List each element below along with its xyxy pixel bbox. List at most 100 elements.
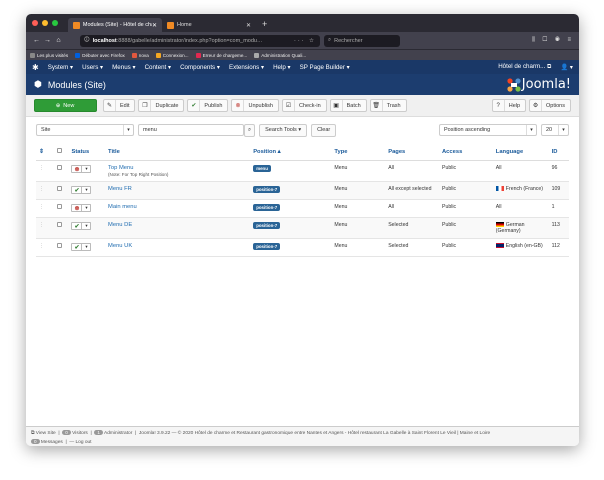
status-toggle-icon[interactable]: ✔ [71, 186, 83, 194]
menu-sp-page-builder[interactable]: SP Page Builder ▾ [300, 64, 350, 71]
access-header[interactable]: Access [439, 143, 493, 161]
visitors-link[interactable]: 0 Visitors [62, 430, 88, 436]
position-badge: position-7 [253, 222, 281, 229]
menu-help[interactable]: Help ▾ [273, 64, 291, 71]
menu-extensions[interactable]: Extensions ▾ [229, 64, 264, 71]
bookmark-label: Débuter avec Firefox [82, 52, 125, 58]
clear-button[interactable]: Clear [311, 123, 337, 137]
gear-icon [30, 52, 35, 58]
language-header[interactable]: Language [492, 143, 549, 161]
pages-cell: All [385, 160, 439, 182]
search-tools-button[interactable]: Search Tools ▾ [259, 123, 308, 137]
drag-handle[interactable]: ⋮ [36, 217, 55, 239]
bookmarks-bar: Les plus visités Débuter avec Firefox no… [26, 49, 579, 60]
status-toggle-icon[interactable]: ✔ [71, 243, 83, 251]
drag-handle[interactable]: ⋮ [36, 160, 55, 182]
help-button[interactable]: ? Help [491, 99, 527, 112]
type-header[interactable]: Type [331, 143, 386, 161]
close-tab-icon[interactable]: ✕ [246, 22, 251, 29]
module-title-link[interactable]: Menu DE [108, 222, 132, 228]
user-menu[interactable]: 👤 ▾ [560, 63, 573, 71]
ordering-select[interactable]: Position ascending ▾ [439, 124, 537, 136]
status-toggle-icon[interactable]: ⊗ [71, 165, 83, 173]
new-button[interactable]: ⊕ New [34, 99, 97, 112]
forward-icon[interactable]: → [42, 37, 53, 44]
joomla-logo-icon [507, 77, 521, 92]
chevron-down-icon[interactable]: ▾ [82, 243, 92, 251]
messages-link[interactable]: 0 Messages [31, 439, 63, 445]
home-icon[interactable]: ⌂ [53, 37, 64, 44]
status-toggle-icon[interactable]: ⊗ [71, 204, 83, 212]
chevron-down-icon[interactable]: ▾ [82, 165, 92, 173]
view-site-link[interactable]: ⧉ View Site [31, 431, 56, 436]
unpublish-button[interactable]: ⊗ Unpublish [231, 99, 279, 112]
bookmark-error[interactable]: Erreur de chargeme... [195, 52, 247, 58]
check-all-header[interactable] [54, 143, 69, 161]
row-checkbox[interactable] [57, 243, 63, 248]
publish-button[interactable]: ✔ Publish [187, 99, 229, 112]
tab-modules[interactable]: Modules (Site) - Hôtel de charm ✕ [68, 18, 162, 32]
row-checkbox[interactable] [57, 204, 63, 209]
maximize-window-button[interactable] [52, 20, 58, 26]
chevron-down-icon[interactable]: ▾ [82, 222, 92, 230]
page-actions-icon[interactable]: ··· ☆ [294, 38, 316, 44]
status-header[interactable]: Status [68, 143, 106, 161]
chevron-down-icon[interactable]: ▾ [82, 204, 92, 212]
search-button[interactable]: ⌕ [244, 123, 256, 137]
module-title-link[interactable]: Top Menu [108, 165, 133, 171]
pages-header[interactable]: Pages [385, 143, 439, 161]
id-header[interactable]: ID [548, 143, 569, 161]
trash-button[interactable]: 🗑 Trash [369, 99, 407, 112]
menu-users[interactable]: Users ▾ [82, 64, 103, 71]
search-field[interactable]: menu [138, 124, 244, 136]
administrator-link[interactable]: 1 Administrator [94, 430, 132, 436]
tab-home[interactable]: Home ✕ [162, 18, 256, 32]
bookmark-connexion[interactable]: Connexion... [155, 52, 189, 58]
drag-handle[interactable]: ⋮ [36, 199, 55, 218]
menu-menus[interactable]: Menus ▾ [112, 64, 135, 71]
client-select[interactable]: Site ▾ [36, 124, 134, 136]
minimize-window-button[interactable] [42, 20, 48, 26]
search-input[interactable]: ⌕ Rechercher [324, 34, 400, 47]
row-checkbox[interactable] [57, 165, 63, 170]
type-cell: Menu [331, 199, 386, 218]
position-header[interactable]: Position ▴ [250, 143, 332, 161]
drag-handle[interactable]: ⋮ [36, 238, 55, 257]
checkin-button[interactable]: ☑ Check-in [281, 99, 327, 112]
bookmark-most-visited[interactable]: Les plus visités [30, 52, 68, 58]
edit-button[interactable]: ✎ Edit [103, 99, 136, 112]
site-link[interactable]: Hôtel de charm... ⧉ [498, 63, 551, 71]
menu-system[interactable]: System ▾ [48, 64, 73, 71]
options-button[interactable]: ⚙ Options [529, 99, 571, 112]
bookmark-getting-started[interactable]: Débuter avec Firefox [75, 52, 125, 58]
menu-content[interactable]: Content ▾ [145, 64, 172, 71]
module-title-link[interactable]: Menu UK [108, 243, 132, 249]
bookmark-nova[interactable]: nova [131, 52, 149, 58]
module-title-link[interactable]: Main menu [108, 204, 137, 210]
status-cell: ✔ ▾ [68, 181, 106, 200]
unpublish-label: Unpublish [248, 102, 273, 109]
row-checkbox[interactable] [57, 222, 63, 227]
bookmark-admin[interactable]: Administration Quali... [254, 52, 306, 58]
row-checkbox[interactable] [57, 186, 63, 191]
joomla-menu-icon[interactable]: ✱ [32, 63, 39, 72]
url-bar[interactable]: 🛈 localhost :8888/gabelle/administrator/… [80, 34, 320, 47]
modules-table: ⇕ Status Title Position ▴ Type Pages Acc… [36, 143, 569, 257]
batch-button[interactable]: ▣ Batch [329, 99, 367, 112]
title-header[interactable]: Title [105, 143, 251, 161]
module-title-link[interactable]: Menu FR [108, 186, 132, 192]
close-tab-icon[interactable]: ✕ [152, 22, 157, 29]
logout-link[interactable]: — Log out [69, 440, 91, 445]
library-icon[interactable]: ⫼ ☐ ◉ ≡ [532, 37, 574, 44]
drag-handle[interactable]: ⋮ [36, 181, 55, 200]
check-all-checkbox[interactable] [57, 148, 63, 153]
sort-header[interactable]: ⇕ [36, 143, 55, 161]
menu-components[interactable]: Components ▾ [180, 64, 220, 71]
new-tab-icon[interactable]: + [262, 19, 267, 29]
status-toggle-icon[interactable]: ✔ [71, 222, 83, 230]
close-window-button[interactable] [32, 20, 38, 26]
duplicate-button[interactable]: ❐ Duplicate [138, 99, 185, 112]
back-icon[interactable]: ← [31, 37, 42, 44]
limit-select[interactable]: 20 ▾ [541, 124, 569, 136]
chevron-down-icon[interactable]: ▾ [82, 186, 92, 194]
